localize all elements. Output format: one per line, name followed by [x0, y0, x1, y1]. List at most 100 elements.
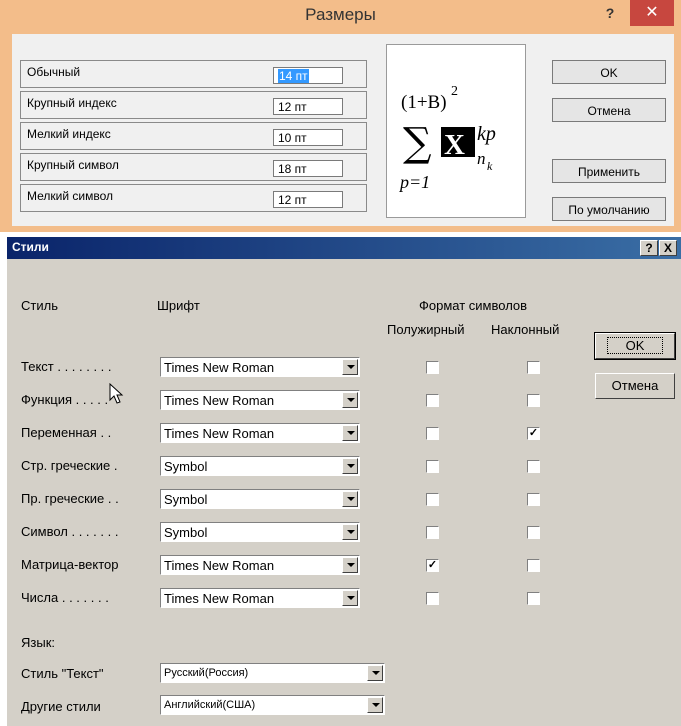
bold-checkbox-text[interactable] [426, 361, 439, 374]
sizes-dialog-body: Обычный 14 пт Крупный индекс 12 пт Мелки… [12, 34, 674, 226]
dropdown-arrow-icon[interactable] [342, 491, 358, 507]
dropdown-arrow-icon[interactable] [367, 697, 383, 713]
cancel-button[interactable]: Отмена [552, 98, 666, 122]
ok-button[interactable]: OK [594, 332, 676, 360]
other-styles-language-value: Английский(США) [164, 699, 256, 711]
font-select-value: Times New Roman [164, 558, 275, 573]
cancel-button[interactable]: Отмена [595, 373, 675, 399]
size-input-large-index[interactable]: 12 пт [273, 98, 343, 115]
format-group-header: Формат символов [419, 298, 528, 313]
font-select-value: Times New Roman [164, 393, 275, 408]
apply-button[interactable]: Применить [552, 159, 666, 183]
bold-column-header: Полужирный [387, 322, 465, 337]
font-select-variable[interactable]: Times New Roman [160, 423, 360, 443]
preview-superscript: kp [477, 123, 496, 145]
font-column-header: Шрифт [157, 298, 200, 313]
size-label: Мелкий индекс [27, 127, 111, 141]
preview-lower-limit: p=1 [398, 172, 430, 192]
style-row-label: Матрица-вектор [21, 557, 119, 572]
styles-titlebar: Стили ? X [7, 237, 681, 259]
italic-checkbox-text[interactable] [527, 361, 540, 374]
preview-x: X [444, 129, 465, 161]
bold-checkbox-matrix-vector[interactable]: ✓ [426, 559, 439, 572]
italic-checkbox-numbers[interactable] [527, 592, 540, 605]
dropdown-arrow-icon[interactable] [342, 458, 358, 474]
font-select-symbol[interactable]: Symbol [160, 522, 360, 542]
dropdown-arrow-icon[interactable] [367, 665, 383, 681]
preview-sigma: ∑ [403, 120, 432, 166]
close-button[interactable]: ✕ [630, 0, 674, 26]
font-select-value: Times New Roman [164, 426, 275, 441]
italic-checkbox-symbol[interactable] [527, 526, 540, 539]
other-styles-language-select[interactable]: Английский(США) [160, 695, 385, 715]
language-label: Язык: [21, 635, 55, 650]
preview-subscript-n: n [477, 149, 486, 168]
size-input-normal[interactable]: 14 пт [273, 67, 343, 84]
bold-checkbox-variable[interactable] [426, 427, 439, 440]
dropdown-arrow-icon[interactable] [342, 359, 358, 375]
sizes-dialog: Размеры ? ✕ Обычный 14 пт Крупный индекс… [0, 0, 681, 232]
italic-checkbox-matrix-vector[interactable] [527, 559, 540, 572]
size-label: Крупный символ [27, 158, 119, 172]
size-input-large-symbol[interactable]: 18 пт [273, 160, 343, 177]
italic-checkbox-variable[interactable]: ✓ [527, 427, 540, 440]
dropdown-arrow-icon[interactable] [342, 590, 358, 606]
dropdown-arrow-icon[interactable] [342, 425, 358, 441]
size-input-small-index[interactable]: 10 пт [273, 129, 343, 146]
styles-dialog: Стили ? X Стиль Шрифт Формат символов По… [7, 237, 681, 726]
other-styles-language-label: Другие стили [21, 699, 101, 714]
preview-exponent: 2 [451, 84, 458, 99]
italic-column-header: Наклонный [491, 322, 560, 337]
text-style-language-label: Стиль "Текст" [21, 666, 104, 681]
size-row-small-index: Мелкий индекс 10 пт [20, 122, 367, 150]
formula-preview: (1+B) 2 ∑ X kp n k p=1 [386, 44, 526, 218]
size-row-large-index: Крупный индекс 12 пт [20, 91, 367, 119]
font-select-value: Symbol [164, 459, 208, 474]
italic-checkbox-uc-greek[interactable] [527, 493, 540, 506]
mouse-pointer-icon [109, 383, 124, 404]
style-row-label: Пр. греческие . . [21, 491, 119, 506]
dropdown-arrow-icon[interactable] [342, 557, 358, 573]
size-row-normal: Обычный 14 пт [20, 60, 367, 88]
sizes-dialog-title: Размеры [305, 5, 376, 24]
ok-button[interactable]: OK [552, 60, 666, 84]
italic-checkbox-function[interactable] [527, 394, 540, 407]
bold-checkbox-uc-greek[interactable] [426, 493, 439, 506]
font-select-text[interactable]: Times New Roman [160, 357, 360, 377]
style-column-header: Стиль [21, 298, 58, 313]
dropdown-arrow-icon[interactable] [342, 524, 358, 540]
text-style-language-select[interactable]: Русский(Россия) [160, 663, 385, 683]
size-input-small-symbol[interactable]: 12 пт [273, 191, 343, 208]
font-select-function[interactable]: Times New Roman [160, 390, 360, 410]
font-select-value: Times New Roman [164, 591, 275, 606]
text-style-language-value: Русский(Россия) [164, 667, 249, 679]
size-row-large-symbol: Крупный символ 18 пт [20, 153, 367, 181]
bold-checkbox-lc-greek[interactable] [426, 460, 439, 473]
preview-paren: (1+B) [401, 92, 447, 113]
bold-checkbox-function[interactable] [426, 394, 439, 407]
help-button[interactable]: ? [640, 240, 658, 256]
font-select-lc-greek[interactable]: Symbol [160, 456, 360, 476]
font-select-value: Times New Roman [164, 360, 275, 375]
italic-checkbox-lc-greek[interactable] [527, 460, 540, 473]
default-button[interactable]: По умолчанию [552, 197, 666, 221]
style-row-label: Числа . . . . . . . [21, 590, 109, 605]
bold-checkbox-symbol[interactable] [426, 526, 439, 539]
size-label: Крупный индекс [27, 96, 117, 110]
style-row-label: Переменная . . [21, 425, 112, 440]
style-row-label: Функция . . . . . [21, 392, 109, 407]
bold-checkbox-numbers[interactable] [426, 592, 439, 605]
style-row-label: Текст . . . . . . . . [21, 359, 112, 374]
styles-dialog-title: Стили [12, 240, 49, 254]
help-button[interactable]: ? [600, 2, 620, 24]
font-select-numbers[interactable]: Times New Roman [160, 588, 360, 608]
size-row-small-symbol: Мелкий символ 12 пт [20, 184, 367, 212]
formula-preview-svg: (1+B) 2 ∑ X kp n k p=1 [398, 84, 496, 192]
size-label: Обычный [27, 65, 81, 79]
font-select-matrix-vector[interactable]: Times New Roman [160, 555, 360, 575]
dropdown-arrow-icon[interactable] [342, 392, 358, 408]
font-select-uc-greek[interactable]: Symbol [160, 489, 360, 509]
font-select-value: Symbol [164, 525, 208, 540]
style-row-label: Стр. греческие . [21, 458, 118, 473]
close-button[interactable]: X [659, 240, 677, 256]
